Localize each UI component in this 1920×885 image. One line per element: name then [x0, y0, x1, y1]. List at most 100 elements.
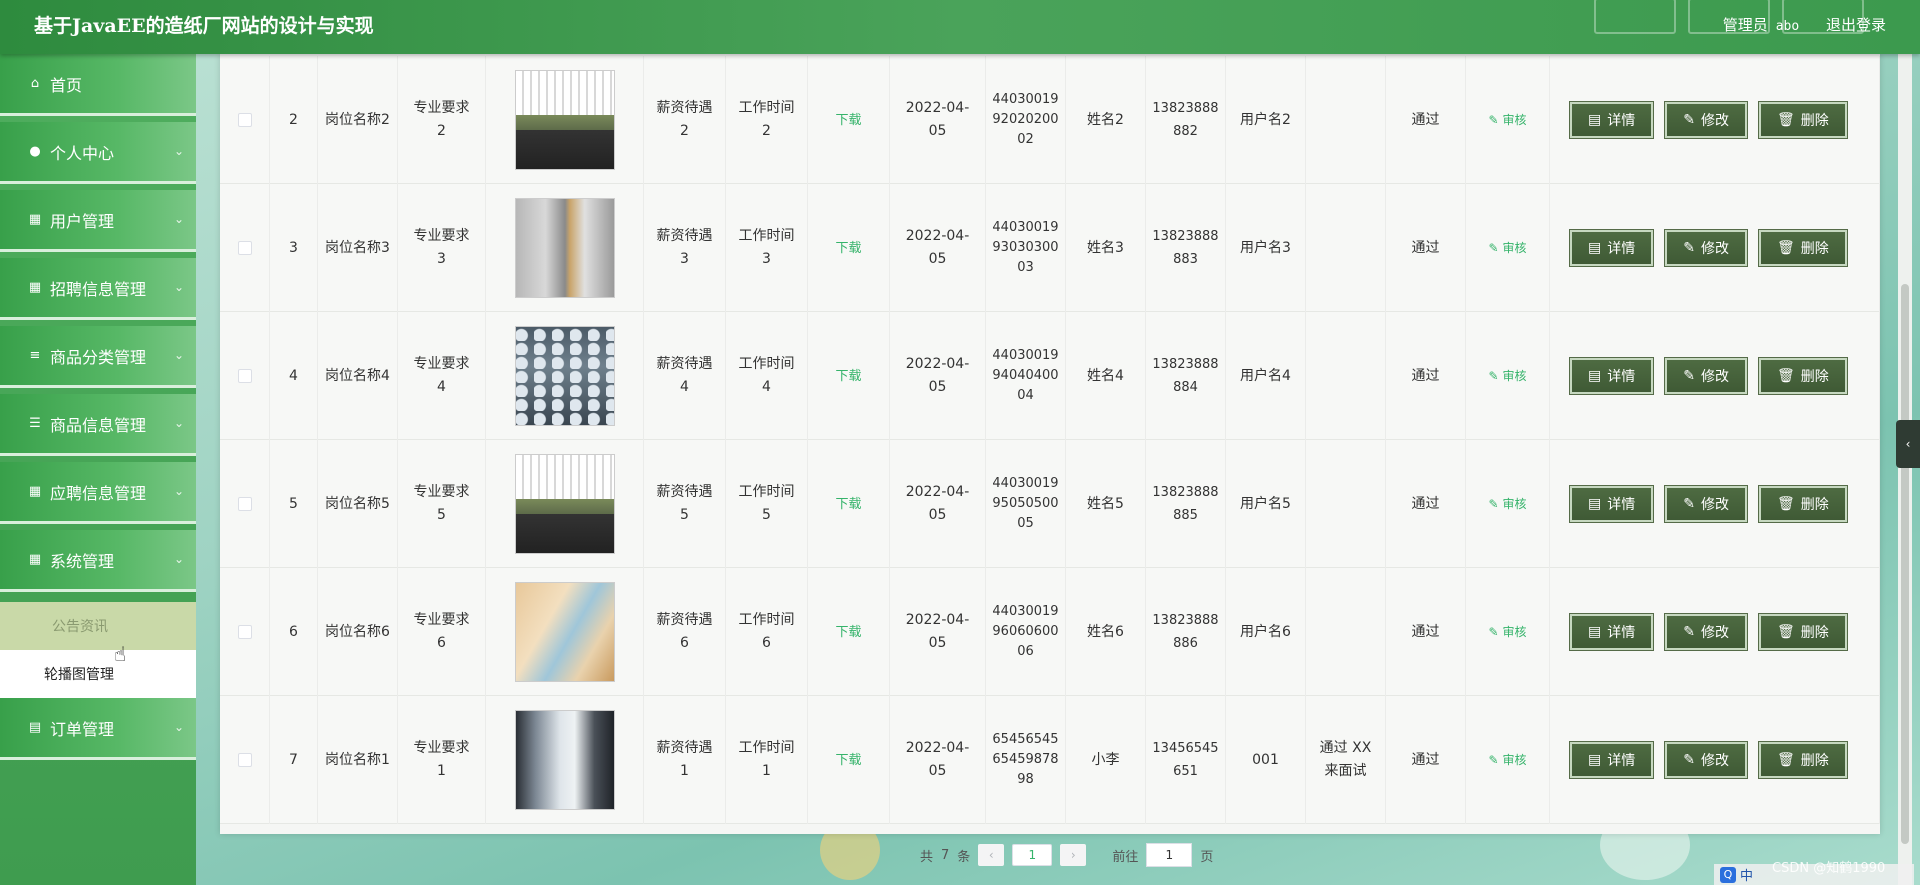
detail-button[interactable]: ▤ 详情 — [1568, 229, 1655, 267]
sidebar-item-7[interactable]: ▦ 系统管理 ⌄ — [0, 530, 196, 592]
detail-button[interactable]: ▤ 详情 — [1568, 357, 1655, 395]
vertical-scrollbar[interactable] — [1898, 54, 1912, 885]
goto-page-input[interactable] — [1146, 843, 1193, 867]
detail-label: 详情 — [1607, 497, 1636, 513]
worktime-text: 工作时间 — [738, 740, 795, 756]
cell-username: 用户名6 — [1226, 568, 1306, 696]
username: 用户名3 — [1240, 239, 1291, 256]
sidebar-item-5[interactable]: ☰ 商品信息管理 ⌄ — [0, 394, 196, 456]
sidebar-item-6[interactable]: ▦ 应聘信息管理 ⌄ — [0, 462, 196, 524]
delete-button[interactable]: 🗑 删除 — [1757, 485, 1848, 523]
pencil-icon: ✎ — [1488, 496, 1499, 511]
row-checkbox[interactable] — [237, 625, 252, 639]
cell-username: 用户名4 — [1226, 312, 1306, 440]
chevron-down-icon: ⌄ — [173, 416, 184, 430]
cell-ops: ▤ 详情 ✎ 修改 🗑 删除 — [1550, 440, 1880, 568]
sidebar-item-0[interactable]: ⌂ 首页 — [0, 54, 196, 116]
id-number-text: 44030019 — [992, 220, 1059, 235]
date-text: 2022-04- — [905, 484, 970, 500]
sidebar-item-1[interactable]: ● 个人中心 ⌄ — [0, 122, 196, 184]
detail-button[interactable]: ▤ 详情 — [1568, 613, 1655, 651]
edit-button[interactable]: ✎ 修改 — [1664, 229, 1748, 267]
id-number-text: 94040400 — [992, 368, 1059, 383]
audit-button[interactable]: ✎ 审核 — [1488, 365, 1526, 388]
audit-button[interactable]: ✎ 审核 — [1488, 621, 1526, 644]
cell-salary: 薪资待遇 5 — [644, 440, 726, 568]
cell-download: 下载 — [808, 56, 890, 184]
row-checkbox[interactable] — [237, 113, 252, 127]
data-table: 2 岗位名称2 专业要求 2 薪资待遇 2 工作时间 2 下载 2022-04- 05 4403001… — [220, 54, 1880, 834]
page-number-current[interactable]: 1 — [1012, 844, 1053, 866]
submenu-item-carousel[interactable]: 轮播图管理 — [0, 650, 196, 698]
document-icon: ▤ — [1588, 496, 1602, 512]
job-photo[interactable] — [514, 454, 615, 554]
job-photo[interactable] — [514, 326, 615, 426]
edit-button[interactable]: ✎ 修改 — [1664, 613, 1748, 651]
delete-button[interactable]: 🗑 删除 — [1757, 741, 1848, 779]
applicant-name: 姓名4 — [1087, 367, 1124, 384]
resume-download-link[interactable]: 下载 — [835, 109, 861, 132]
worktime-text: 工作时间 — [738, 484, 795, 500]
edit-button[interactable]: ✎ 修改 — [1664, 101, 1748, 139]
edit-button[interactable]: ✎ 修改 — [1664, 741, 1748, 779]
chevron-down-icon: ⌄ — [173, 348, 184, 362]
sidebar-item-3[interactable]: ▦ 招聘信息管理 ⌄ — [0, 258, 196, 320]
id-number-text: 44030019 — [992, 604, 1059, 619]
row-checkbox[interactable] — [237, 369, 252, 383]
job-photo[interactable] — [514, 70, 615, 170]
worktime-text: 工作时间 — [738, 356, 795, 372]
side-panel-toggle[interactable]: ‹ — [1896, 420, 1920, 468]
audit-button[interactable]: ✎ 审核 — [1488, 493, 1526, 516]
cell-worktime: 工作时间 6 — [726, 568, 808, 696]
resume-download-link[interactable]: 下载 — [835, 365, 861, 388]
edit-button[interactable]: ✎ 修改 — [1664, 357, 1748, 395]
edit-button[interactable]: ✎ 修改 — [1664, 485, 1748, 523]
resume-download-link[interactable]: 下载 — [835, 621, 861, 644]
prev-page-button[interactable]: ‹ — [978, 844, 1005, 866]
table-row: 3 岗位名称3 专业要求 3 薪资待遇 3 工作时间 3 下载 2022-04- 05 4403001… — [220, 184, 1880, 312]
document-icon: ▤ — [1588, 112, 1602, 128]
resume-download-link[interactable]: 下载 — [835, 749, 861, 772]
sidebar-item-orders[interactable]: ▤ 订单管理 ⌄ — [0, 698, 196, 760]
row-checkbox[interactable] — [237, 497, 252, 511]
pencil-icon: ✎ — [1683, 240, 1695, 256]
detail-button[interactable]: ▤ 详情 — [1568, 101, 1655, 139]
row-checkbox[interactable] — [237, 241, 252, 255]
phone-text: 884 — [1173, 380, 1198, 395]
detail-label: 详情 — [1607, 241, 1636, 257]
next-page-button[interactable]: › — [1060, 844, 1087, 866]
audit-label: 审核 — [1502, 496, 1527, 511]
salary-text: 3 — [680, 251, 689, 267]
job-photo[interactable] — [514, 582, 615, 682]
job-photo[interactable] — [514, 198, 615, 298]
cell-audit: ✎ 审核 — [1466, 696, 1550, 824]
audit-button[interactable]: ✎ 审核 — [1488, 109, 1526, 132]
delete-button[interactable]: 🗑 删除 — [1757, 357, 1848, 395]
edit-label: 修改 — [1700, 497, 1729, 513]
audit-button[interactable]: ✎ 审核 — [1488, 237, 1526, 260]
grid-icon: ▦ — [28, 211, 42, 227]
scrollbar-thumb[interactable] — [1901, 284, 1909, 844]
job-photo[interactable] — [514, 710, 615, 810]
resume-download-link[interactable]: 下载 — [835, 493, 861, 516]
delete-button[interactable]: 🗑 删除 — [1757, 613, 1848, 651]
row-checkbox[interactable] — [237, 753, 252, 767]
delete-button[interactable]: 🗑 删除 — [1757, 229, 1848, 267]
resume-download-link[interactable]: 下载 — [835, 237, 861, 260]
logout-button[interactable]: 退出登录 — [1826, 16, 1886, 34]
audit-button[interactable]: ✎ 审核 — [1488, 749, 1526, 772]
detail-button[interactable]: ▤ 详情 — [1568, 485, 1655, 523]
submenu-item-announcements[interactable]: 公告资讯 — [0, 602, 196, 650]
goto-label: 前往 — [1112, 849, 1139, 865]
applicant-name: 姓名2 — [1087, 111, 1124, 128]
delete-button[interactable]: 🗑 删除 — [1757, 101, 1848, 139]
sidebar-item-2[interactable]: ▦ 用户管理 ⌄ — [0, 190, 196, 252]
sidebar-item-4[interactable]: ≡ 商品分类管理 ⌄ — [0, 326, 196, 388]
reply-text: 通过 XX — [1319, 740, 1372, 756]
detail-button[interactable]: ▤ 详情 — [1568, 741, 1655, 779]
cell-download: 下载 — [808, 696, 890, 824]
worktime-text: 工作时间 — [738, 100, 795, 116]
sidebar-item-label: 系统管理 — [50, 551, 115, 571]
trash-icon: 🗑 — [1776, 496, 1795, 512]
status-badge: 通过 — [1411, 495, 1440, 512]
